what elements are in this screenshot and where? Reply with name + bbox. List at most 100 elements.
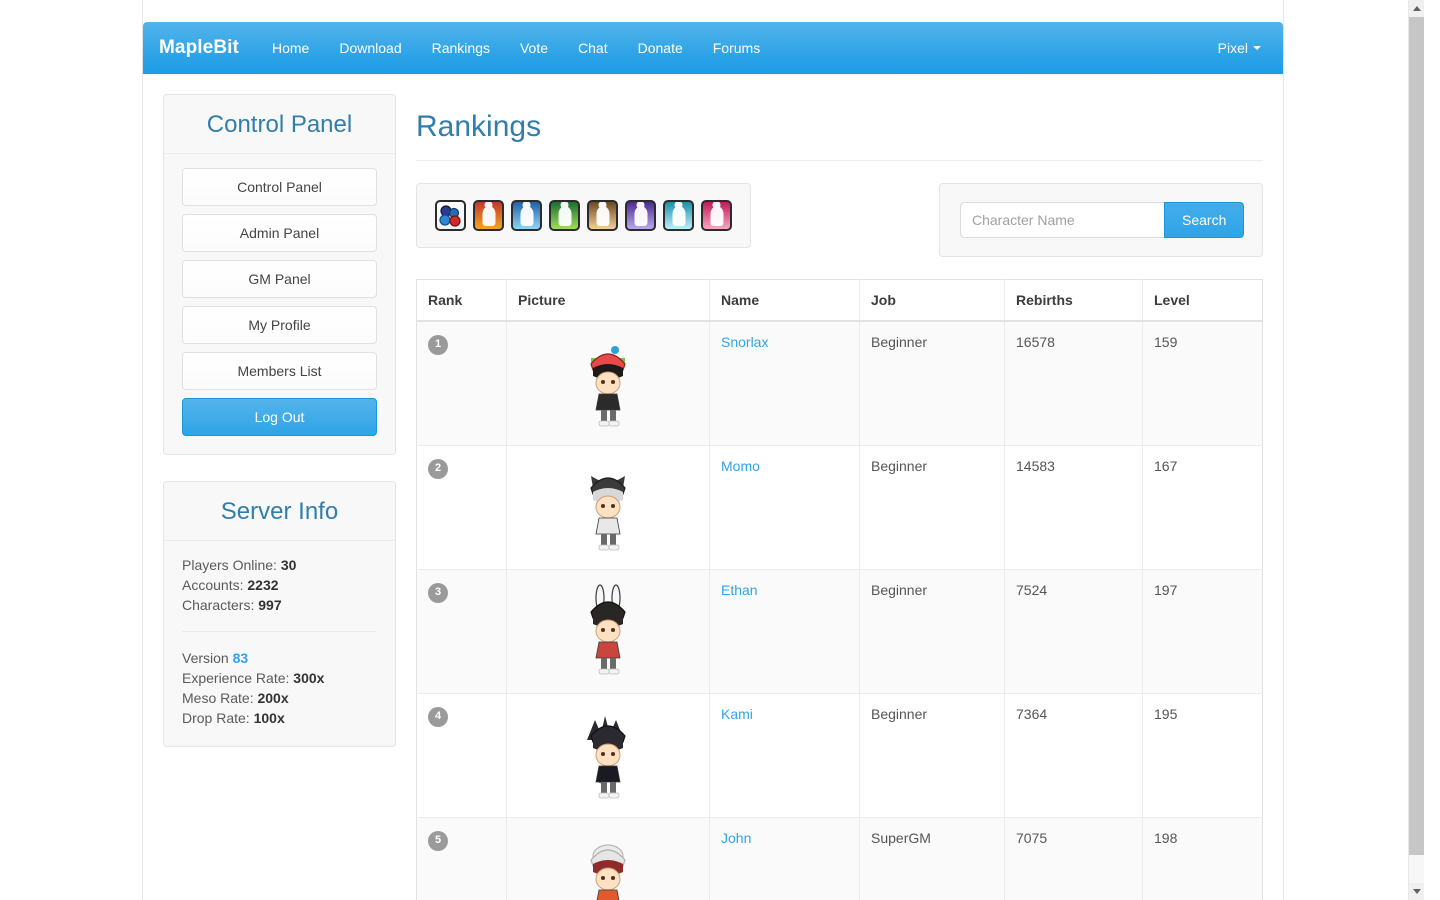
scroll-down-button[interactable]: [1409, 883, 1424, 900]
main-content: Rankings Search: [416, 94, 1283, 900]
page-scrollbar[interactable]: [1408, 0, 1424, 900]
search-input[interactable]: [960, 202, 1164, 238]
nav-links: Home Download Rankings Vote Chat Donate …: [257, 22, 775, 74]
nav-item-chat: Chat: [563, 22, 623, 74]
character-name-link[interactable]: Momo: [721, 458, 760, 474]
cell-rank: 4: [416, 693, 507, 818]
server-stats-list: Players Online: 30 Accounts: 2232 Charac…: [182, 555, 377, 615]
job-icon-bowman[interactable]: [549, 200, 580, 231]
cell-rank: 3: [416, 569, 507, 694]
table-row: 4 Kami Beginner 7364 195: [416, 693, 1263, 818]
cell-job: Beginner: [859, 320, 1005, 446]
table-row: 1 Snorlax Beginner 16578 159: [416, 320, 1263, 446]
column-header-level: Level: [1142, 279, 1263, 322]
stat-value: 997: [258, 597, 282, 613]
scrollbar-thumb[interactable]: [1409, 17, 1424, 855]
nav-item-donate: Donate: [623, 22, 698, 74]
column-header-name: Name: [709, 279, 860, 322]
job-icon-thief[interactable]: [587, 200, 618, 231]
stat-players-online: Players Online: 30: [182, 555, 377, 575]
job-icon-aran[interactable]: [701, 200, 732, 231]
nav-link-donate[interactable]: Donate: [623, 22, 698, 74]
cell-name: Snorlax: [709, 320, 860, 446]
cell-picture: [506, 693, 710, 818]
nav-link-vote[interactable]: Vote: [505, 22, 563, 74]
nav-link-rankings[interactable]: Rankings: [417, 22, 505, 74]
cell-rank: 5: [416, 817, 507, 900]
version-value: 83: [232, 650, 249, 666]
sidebar-button-log-out[interactable]: Log Out: [182, 398, 377, 436]
server-rates-list: Version 83 Experience Rate: 300x Meso Ra…: [182, 648, 377, 728]
cell-rebirths: 14583: [1004, 445, 1143, 570]
version-label: Version: [182, 650, 229, 666]
nav-link-chat[interactable]: Chat: [563, 22, 623, 74]
sidebar-button-control-panel[interactable]: Control Panel: [182, 168, 377, 206]
rankings-table-head: Rank Picture Name Job Rebirths Level: [416, 279, 1263, 322]
cell-picture: [506, 445, 710, 570]
job-silhouette: [596, 206, 609, 227]
rankings-table-body: 1 Snorlax Beginner 16578 159 2 Momo Beginner 145…: [416, 320, 1263, 900]
user-menu-label: Pixel: [1217, 40, 1248, 56]
rate-value: 300x: [293, 670, 325, 686]
stat-accounts: Accounts: 2232: [182, 575, 377, 595]
scroll-up-button[interactable]: [1409, 0, 1424, 17]
control-panel-body: Control Panel Admin Panel GM Panel My Pr…: [164, 154, 395, 454]
job-filter-panel: [416, 183, 751, 248]
site-brand[interactable]: MapleBit: [143, 22, 257, 74]
user-menu-toggle[interactable]: Pixel: [1208, 22, 1271, 74]
column-header-rank: Rank: [416, 279, 507, 322]
sidebar-button-gm-panel[interactable]: GM Panel: [182, 260, 377, 298]
job-icon-pirate[interactable]: [625, 200, 656, 231]
server-info-card: Server Info Players Online: 30 Accounts:…: [163, 481, 396, 747]
job-silhouette: [672, 206, 685, 227]
search-button[interactable]: Search: [1164, 202, 1245, 238]
job-icon-magician[interactable]: [511, 200, 542, 231]
cell-job: Beginner: [859, 693, 1005, 818]
nav-item-vote: Vote: [505, 22, 563, 74]
nav-link-download[interactable]: Download: [324, 22, 416, 74]
sidebar-button-my-profile[interactable]: My Profile: [182, 306, 377, 344]
job-icon-warrior[interactable]: [473, 200, 504, 231]
rate-value: 100x: [253, 710, 285, 726]
nav-link-home[interactable]: Home: [257, 22, 324, 74]
rate-label: Drop Rate:: [182, 710, 250, 726]
character-name-link[interactable]: Snorlax: [721, 334, 768, 350]
job-icon-all[interactable]: [435, 200, 466, 231]
server-info-heading: Server Info: [164, 482, 395, 541]
character-name-link[interactable]: Kami: [721, 706, 753, 722]
filter-row: Search: [416, 161, 1263, 279]
page-body: Control Panel Control Panel Admin Panel …: [143, 74, 1283, 900]
cell-job: Beginner: [859, 445, 1005, 570]
cell-level: 195: [1142, 693, 1263, 818]
character-name-link[interactable]: John: [721, 830, 751, 846]
cell-picture: [506, 817, 710, 900]
site-container: MapleBit Home Download Rankings Vote Cha…: [142, 0, 1284, 900]
nav-item-forums: Forums: [698, 22, 775, 74]
rank-badge: 1: [428, 334, 448, 355]
sidebar-button-members-list[interactable]: Members List: [182, 352, 377, 390]
cell-rebirths: 7364: [1004, 693, 1143, 818]
cell-job: Beginner: [859, 569, 1005, 694]
stat-drop-rate: Drop Rate: 100x: [182, 708, 377, 728]
nav-item-home: Home: [257, 22, 324, 74]
sidebar-button-admin-panel[interactable]: Admin Panel: [182, 214, 377, 252]
character-avatar: [573, 458, 643, 554]
character-search-panel: Search: [939, 183, 1263, 257]
rank-badge: 5: [428, 830, 448, 851]
job-icon-cygnus[interactable]: [663, 200, 694, 231]
stat-meso-rate: Meso Rate: 200x: [182, 688, 377, 708]
stat-characters: Characters: 997: [182, 595, 377, 615]
rate-label: Experience Rate:: [182, 670, 290, 686]
column-header-rebirths: Rebirths: [1004, 279, 1143, 322]
table-row: 2 Momo Beginner 14583 167: [416, 445, 1263, 570]
character-avatar: [573, 334, 643, 430]
cell-job: SuperGM: [859, 817, 1005, 900]
cell-rebirths: 16578: [1004, 320, 1143, 446]
rate-label: Meso Rate:: [182, 690, 254, 706]
nav-link-forums[interactable]: Forums: [698, 22, 775, 74]
server-info-body: Players Online: 30 Accounts: 2232 Charac…: [164, 541, 395, 746]
table-row: 3 Ethan Beginner 7524 197: [416, 569, 1263, 694]
main-navbar: MapleBit Home Download Rankings Vote Cha…: [143, 22, 1283, 74]
table-header-row: Rank Picture Name Job Rebirths Level: [416, 279, 1263, 322]
character-name-link[interactable]: Ethan: [721, 582, 758, 598]
